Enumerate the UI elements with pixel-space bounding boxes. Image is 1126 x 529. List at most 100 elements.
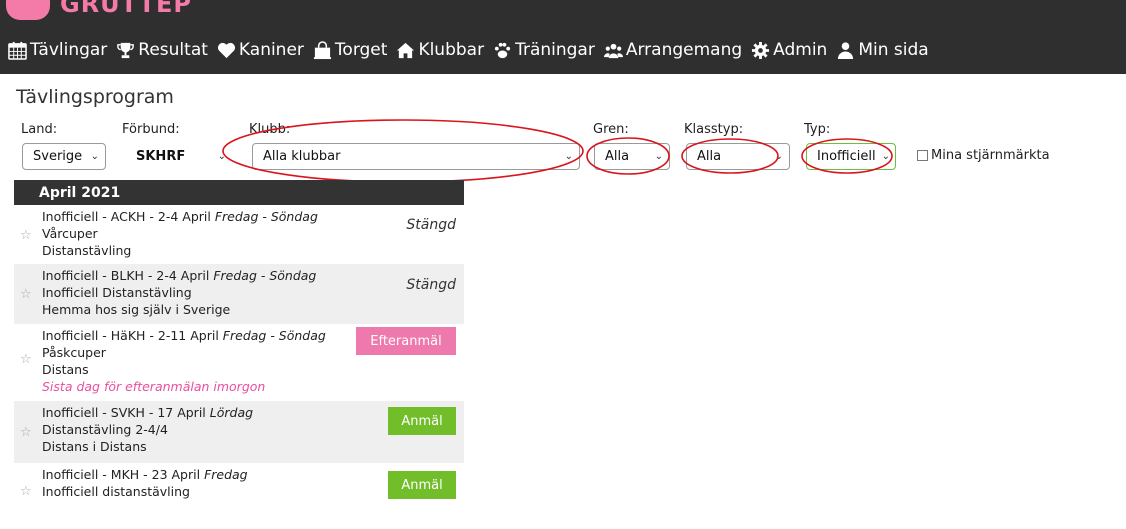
forbund-value: SKHRF [136, 149, 186, 164]
event-head: Inofficiell - ACKH - 2-4 April [42, 209, 211, 224]
event-details: Inofficiell - ACKH - 2-4 April Fredag - … [42, 208, 318, 259]
shopping-bag-icon [313, 40, 331, 59]
gren-label: Gren: [593, 122, 629, 137]
event-days: Fredag - Söndag [213, 268, 317, 283]
user-icon [838, 41, 854, 59]
event-name: Distanstävling 2-4/4 [42, 422, 168, 437]
nav-klubbar[interactable]: Klubbar [396, 40, 484, 60]
nav-label: Resultat [138, 40, 208, 60]
event-sub: Distans i Distans [42, 439, 147, 454]
event-days: Fredag - Söndag [214, 209, 318, 224]
event-sub: Distanstävling [42, 243, 132, 258]
register-button[interactable]: Anmäl [388, 471, 456, 499]
event-row[interactable]: ☆ Inofficiell - HäKH - 2-11 April Fredag… [14, 324, 464, 401]
nav-label: Klubbar [418, 40, 485, 60]
star-icon[interactable]: ☆ [20, 425, 32, 440]
gear-icon [752, 41, 770, 59]
event-details: Inofficiell - HäKH - 2-11 April Fredag -… [42, 327, 326, 395]
typ-label: Typ: [804, 122, 831, 137]
klubb-select[interactable]: Alla klubbar ⌄ [252, 143, 580, 170]
trophy-icon [117, 42, 135, 58]
site-logo[interactable]: GRUTTEP [6, 0, 192, 22]
logo-rabbit-icon [6, 0, 50, 20]
nav-traningar[interactable]: Träningar [493, 40, 595, 60]
event-name: Påskcuper [42, 345, 106, 360]
status-text: Stängd [406, 217, 456, 233]
typ-select[interactable]: Inofficiell ⌄ [806, 143, 896, 170]
star-icon[interactable]: ☆ [20, 484, 32, 499]
nav-label: Kaniner [238, 40, 304, 60]
event-row[interactable]: ☆ Inofficiell - MKH - 23 April Fredag In… [14, 463, 464, 509]
klubb-value: Alla klubbar [263, 149, 341, 164]
late-registration-note: Sista dag för efteranmälan imorgon [42, 379, 266, 394]
logo-text: GRUTTEP [60, 0, 192, 18]
star-icon[interactable]: ☆ [20, 228, 32, 243]
nav-kaniner[interactable]: Kaniner [217, 40, 304, 60]
event-head: Inofficiell - BLKH - 2-4 April [42, 268, 210, 283]
main-nav: Tävlingar Resultat Kaniner Torget Klubba… [8, 40, 938, 60]
event-row[interactable]: ☆ Inofficiell - SVKH - 17 April Lördag D… [14, 401, 464, 463]
forbund-select[interactable]: SKHRF ⌄ [124, 143, 232, 170]
event-details: Inofficiell - SVKH - 17 April Lördag Dis… [42, 404, 253, 455]
nav-arrangemang[interactable]: Arrangemang [603, 40, 743, 60]
calendar-icon [8, 41, 27, 60]
nav-admin[interactable]: Admin [751, 40, 827, 60]
register-button[interactable]: Anmäl [388, 407, 456, 435]
klubb-label: Klubb: [249, 122, 291, 137]
home-icon [397, 42, 415, 58]
nav-label: Torget [334, 40, 388, 60]
nav-label: Tävlingar [30, 40, 108, 60]
event-head: Inofficiell - MKH - 23 April [42, 467, 201, 482]
page-title: Tävlingsprogram [16, 86, 174, 108]
event-row[interactable]: ☆ Inofficiell - ACKH - 2-4 April Fredag … [14, 205, 464, 264]
forbund-label: Förbund: [122, 122, 180, 137]
klasstyp-label: Klasstyp: [684, 122, 744, 137]
nav-label: Admin [773, 40, 828, 60]
gren-select[interactable]: Alla ⌄ [594, 143, 670, 170]
typ-value: Inofficiell [817, 149, 876, 164]
klasstyp-select[interactable]: Alla ⌄ [686, 143, 790, 170]
event-sub: Hemma hos sig själv i Sverige [42, 302, 231, 317]
starred-label: Mina stjärnmärkta [931, 148, 1050, 163]
top-nav-bar: GRUTTEP Tävlingar Resultat Kaniner Torge… [0, 0, 1126, 74]
nav-label: Min sida [858, 40, 929, 60]
event-name: Inofficiell distanstävling [42, 484, 190, 499]
klasstyp-value: Alla [697, 149, 722, 164]
paw-icon [494, 42, 511, 58]
event-row[interactable]: ☆ Inofficiell - BLKH - 2-4 April Fredag … [14, 264, 464, 324]
starred-checkbox[interactable] [917, 150, 928, 161]
event-sub: Distans [42, 362, 89, 377]
land-label: Land: [21, 122, 58, 137]
event-details: Inofficiell - BLKH - 2-4 April Fredag - … [42, 267, 316, 318]
event-name: Vårcuper [42, 226, 98, 241]
nav-tavlingar[interactable]: Tävlingar [8, 40, 107, 60]
late-register-button[interactable]: Efteranmäl [356, 327, 456, 355]
land-select[interactable]: Sverige ⌄ [22, 143, 106, 170]
month-header: April 2021 [14, 180, 464, 205]
nav-min-sida[interactable]: Min sida [836, 40, 929, 60]
land-value: Sverige [33, 149, 83, 164]
chevron-down-icon: ⌄ [774, 151, 783, 162]
event-days: Fredag [204, 467, 248, 482]
nav-torget[interactable]: Torget [313, 40, 388, 60]
nav-label: Träningar [515, 40, 595, 60]
nav-resultat[interactable]: Resultat [116, 40, 208, 60]
heart-icon [217, 42, 235, 58]
chevron-down-icon: ⌄ [90, 151, 99, 162]
nav-label: Arrangemang [625, 40, 743, 60]
group-icon [603, 43, 623, 58]
gren-value: Alla [605, 149, 630, 164]
starred-filter[interactable]: Mina stjärnmärkta [917, 148, 1050, 163]
event-days: Lördag [209, 405, 254, 420]
chevron-down-icon: ⌄ [881, 151, 890, 162]
event-head: Inofficiell - HäKH - 2-11 April [42, 328, 219, 343]
star-icon[interactable]: ☆ [20, 352, 32, 367]
event-head: Inofficiell - SVKH - 17 April [42, 405, 206, 420]
event-name: Inofficiell Distanstävling [42, 285, 192, 300]
event-details: Inofficiell - MKH - 23 April Fredag Inof… [42, 466, 248, 500]
chevron-down-icon: ⌄ [654, 151, 663, 162]
chevron-down-icon: ⌄ [564, 151, 573, 162]
event-list: ☆ Inofficiell - ACKH - 2-4 April Fredag … [14, 205, 464, 509]
star-icon[interactable]: ☆ [20, 287, 32, 302]
status-text: Stängd [406, 277, 456, 293]
